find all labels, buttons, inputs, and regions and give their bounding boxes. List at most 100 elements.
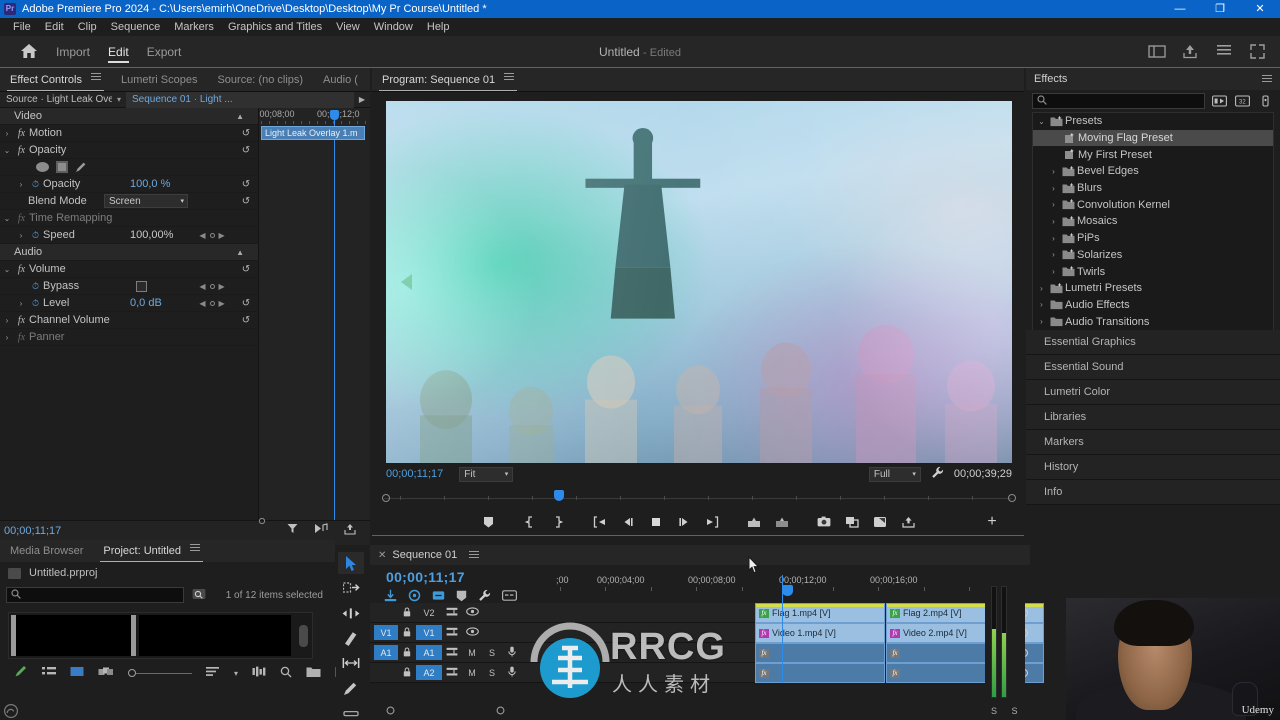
sort-icon[interactable] (206, 666, 220, 680)
keyframe-nav[interactable]: ◀ ▶ (190, 282, 234, 291)
timeline-zoom-in-handle[interactable] (496, 706, 505, 718)
effects-panel-title[interactable]: Effects (1034, 73, 1067, 85)
twirl-icon[interactable]: › (1047, 217, 1060, 226)
track-name-v1[interactable]: V1 (416, 625, 442, 640)
export-frame-icon[interactable] (344, 523, 356, 538)
sync-lock-icon[interactable] (442, 627, 462, 639)
go-to-in-button[interactable] (586, 510, 614, 534)
source-patch-a1[interactable]: A1 (374, 645, 398, 660)
track-name-a2[interactable]: A2 (416, 665, 442, 680)
stopwatch-icon[interactable]: ⏱ (28, 179, 43, 190)
selection-tool[interactable] (338, 552, 364, 574)
play-stop-button[interactable] (642, 510, 670, 534)
effects-tree-row-selected[interactable]: Moving Flag Preset (1033, 129, 1273, 147)
source-patch-v2[interactable] (374, 605, 398, 620)
effects-tree-row[interactable]: › Solarizes (1033, 247, 1273, 264)
effects-tree-row[interactable]: › Lumetri Presets (1033, 280, 1273, 297)
ec-prop-level[interactable]: › ⏱ Level 0,0 dB ◀ ▶ ↺ (0, 295, 258, 312)
pen-mask-icon[interactable] (75, 161, 87, 173)
timeline-clip[interactable]: fx Flag 1.mp4 [V] (755, 603, 885, 623)
filter-icon[interactable] (287, 523, 298, 538)
effects-tree-row[interactable]: › Bevel Edges (1033, 163, 1273, 180)
ec-prop-opacity-value[interactable]: 100,0 % (130, 178, 190, 190)
creative-cloud-badge-icon[interactable] (3, 703, 19, 719)
effects-search-input[interactable] (1032, 93, 1205, 109)
rectangle-mask-icon[interactable] (56, 161, 68, 173)
share-icon[interactable] (1182, 44, 1200, 60)
effects-tree-row[interactable]: › Convolution Kernel (1033, 196, 1273, 213)
close-button[interactable]: ✕ (1240, 0, 1280, 18)
ec-footer-timecode[interactable]: 00;00;11;17 (0, 525, 61, 537)
extract-button[interactable] (768, 510, 796, 534)
go-to-out-button[interactable] (698, 510, 726, 534)
ec-prop-level-value[interactable]: 0,0 dB (130, 297, 190, 309)
keyframe-nav[interactable]: ◀ ▶ (190, 299, 234, 308)
panel-essential-sound[interactable]: Essential Sound (1026, 355, 1280, 380)
sync-lock-icon[interactable] (442, 647, 462, 659)
ellipse-mask-icon[interactable] (36, 162, 49, 172)
lock-icon[interactable] (398, 667, 416, 679)
timeline-clip[interactable]: fx (755, 663, 885, 683)
ec-effect-volume[interactable]: ⌄ fx Volume ↺ (0, 261, 258, 278)
ec-effect-channel-volume[interactable]: › fx Channel Volume ↺ (0, 312, 258, 329)
track-visibility-eye-icon[interactable] (462, 627, 482, 638)
track-visibility-eye-icon[interactable] (462, 607, 482, 618)
collapse-icon[interactable]: ▲ (236, 248, 244, 257)
panel-essential-graphics[interactable]: Essential Graphics (1026, 330, 1280, 355)
menu-window[interactable]: Window (367, 18, 420, 36)
mute-track-button[interactable]: M (462, 668, 482, 678)
find-icon[interactable] (192, 588, 206, 603)
source-patch-a2[interactable] (374, 665, 398, 680)
thumbnail-size-slider[interactable] (128, 669, 192, 677)
slip-tool[interactable] (338, 652, 364, 674)
freeform-view-icon[interactable] (14, 665, 28, 681)
reset-icon[interactable]: ↺ (234, 298, 258, 309)
add-keyframe-icon[interactable] (209, 232, 215, 238)
ycbcr-color-icon[interactable] (1257, 94, 1274, 109)
share-frame-button[interactable] (894, 510, 922, 534)
home-icon[interactable] (20, 43, 38, 61)
twirl-icon[interactable]: ⌄ (0, 265, 14, 274)
scrubber-end-handle[interactable] (1008, 494, 1016, 502)
add-marker-button[interactable] (474, 510, 502, 534)
twirl-icon[interactable]: › (1047, 184, 1060, 193)
effects-tree[interactable]: ⌄ Presets Moving Flag Preset My First Pr… (1032, 112, 1274, 364)
bypass-checkbox[interactable] (136, 280, 147, 292)
zoom-level-select[interactable]: Fit ▾ (459, 466, 514, 482)
track-lane-a1[interactable]: fx fx (560, 643, 1044, 663)
menu-graphics-and-titles[interactable]: Graphics and Titles (221, 18, 329, 36)
keyframe-nav[interactable]: ◀ ▶ (190, 231, 234, 240)
ec-section-audio[interactable]: Audio ▲ (0, 244, 258, 261)
panel-libraries[interactable]: Libraries (1026, 405, 1280, 430)
lift-button[interactable] (740, 510, 768, 534)
tab-program-sequence-01[interactable]: Program: Sequence 01 (372, 68, 524, 92)
list-view-icon[interactable] (42, 666, 56, 680)
tab-export[interactable]: Export (147, 42, 182, 62)
icon-view-icon[interactable] (70, 666, 84, 680)
ec-prop-bypass[interactable]: ⏱ Bypass ◀ ▶ (0, 278, 258, 295)
source-patch-v1[interactable]: V1 (374, 625, 398, 640)
effect-controls-menu-icon[interactable] (91, 71, 102, 82)
twirl-icon[interactable]: › (14, 231, 28, 240)
track-lane-a2[interactable]: fx fx (560, 663, 1044, 683)
panel-lumetri-color[interactable]: Lumetri Color (1026, 380, 1280, 405)
ec-prop-opacity[interactable]: › ⏱ Opacity 100,0 % ↺ (0, 176, 258, 193)
ec-prop-speed-value[interactable]: 100,00% (130, 229, 190, 241)
twirl-icon[interactable]: › (1035, 284, 1048, 293)
stopwatch-icon[interactable]: ⏱ (28, 281, 43, 292)
chevron-down-icon[interactable]: ▾ (112, 95, 126, 104)
track-header-v2[interactable]: V2 (370, 603, 560, 623)
project-scrollbar-thumb[interactable] (299, 624, 308, 647)
timeline-playhead-timecode[interactable]: 00;00;11;17 (386, 569, 465, 585)
timeline-playhead-handle[interactable] (782, 585, 793, 596)
tab-edit[interactable]: Edit (108, 42, 129, 63)
twirl-icon[interactable]: › (0, 316, 14, 325)
track-select-forward-tool[interactable] (338, 577, 364, 599)
timeline-panel-menu-icon[interactable] (469, 549, 480, 560)
timeline-clip[interactable]: fx (755, 643, 885, 663)
twirl-icon[interactable]: › (1047, 200, 1060, 209)
ec-clip-bar[interactable]: Light Leak Overlay 1.m (261, 126, 365, 140)
effects-tree-row[interactable]: › Audio Transitions (1033, 313, 1273, 330)
track-lane-v1[interactable]: fx Video 1.mp4 [V] fx Video 2.mp4 [V] (560, 623, 1044, 643)
tab-media-browser[interactable]: Media Browser (0, 539, 93, 563)
